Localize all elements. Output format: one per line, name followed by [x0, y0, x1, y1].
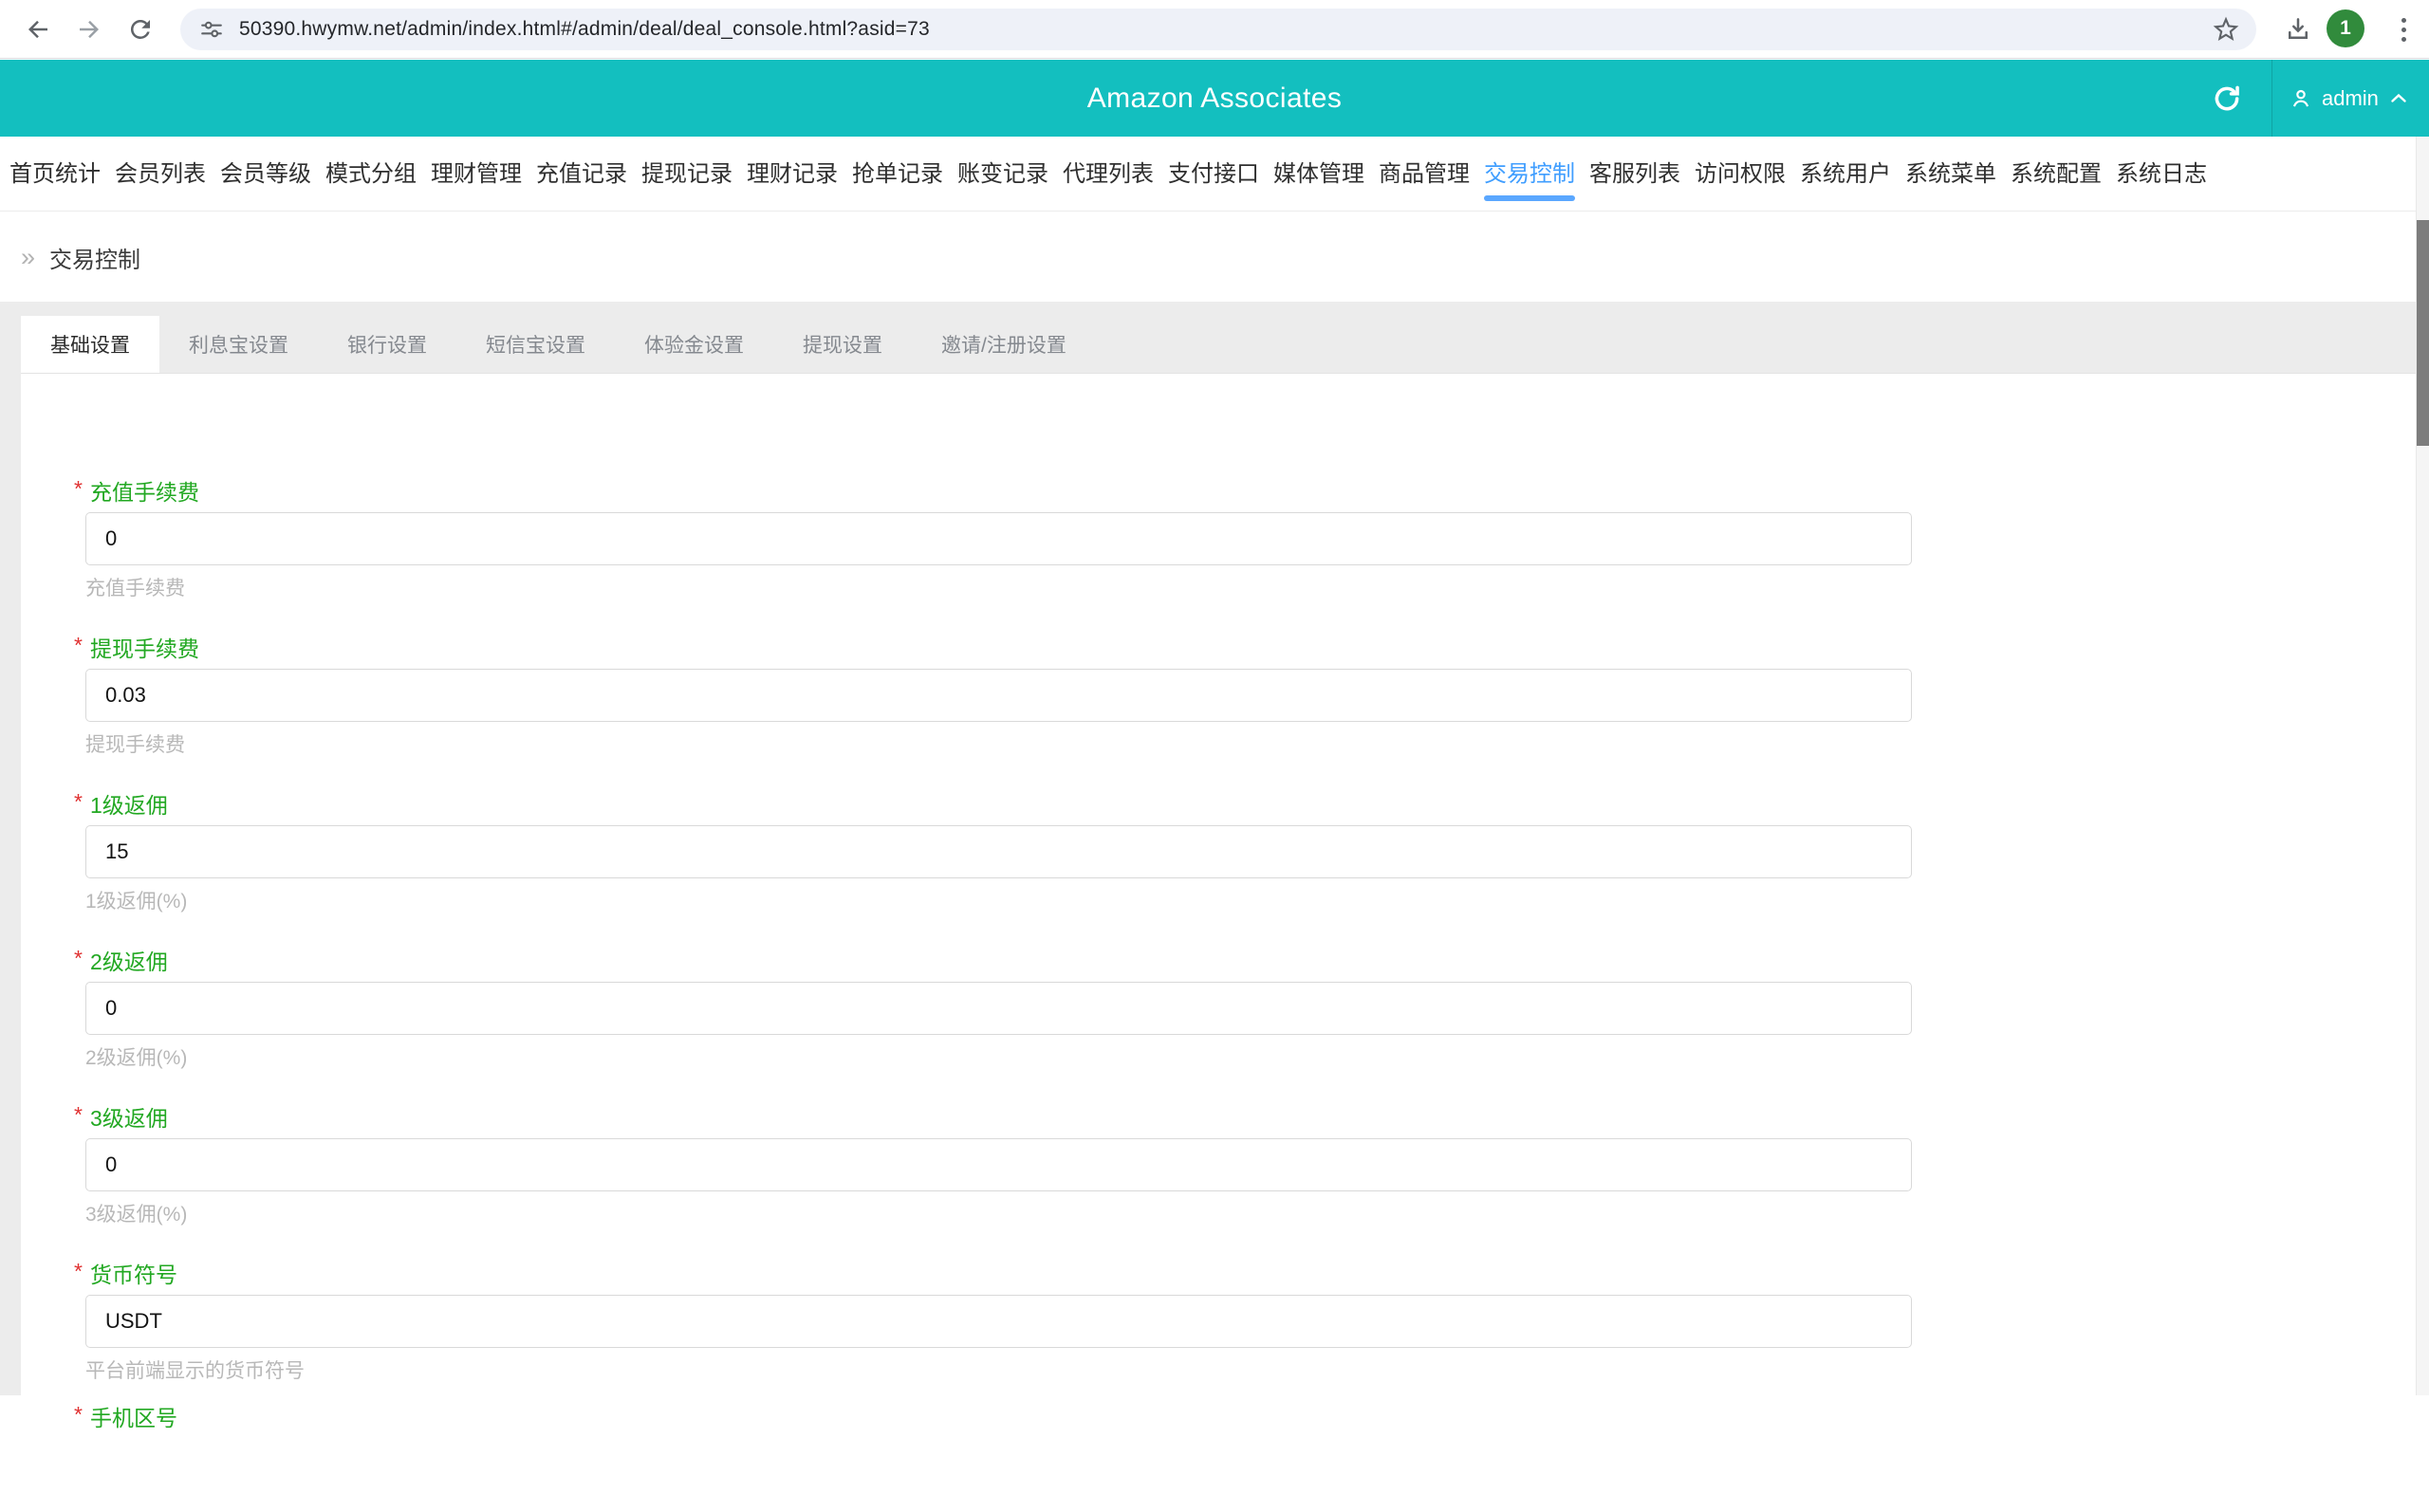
field-input-0[interactable] — [85, 512, 1912, 565]
tab-5[interactable]: 提现设置 — [773, 316, 912, 373]
nav-item-7[interactable]: 理财记录 — [747, 137, 838, 212]
form-field-1: *提现手续费提现手续费 — [85, 636, 2416, 758]
form-field-2: *1级返佣1级返佣(%) — [85, 792, 2416, 914]
nav-item-11[interactable]: 支付接口 — [1168, 137, 1259, 212]
nav-item-0[interactable]: 首页统计 — [9, 137, 101, 212]
field-helper-5: 平台前端显示的货币符号 — [85, 1359, 2416, 1384]
field-input-5[interactable] — [85, 1295, 1912, 1348]
field-label-3: 2级返佣 — [90, 949, 168, 975]
chevron-up-icon — [2387, 87, 2410, 110]
forward-icon[interactable] — [68, 9, 110, 50]
form-field-0: *充值手续费充值手续费 — [85, 479, 2416, 601]
browser-menu-icon[interactable] — [2389, 9, 2418, 50]
username: admin — [2322, 86, 2379, 111]
scrollbar-track[interactable] — [2416, 137, 2429, 1395]
main-nav: 首页统计会员列表会员等级模式分组理财管理充值记录提现记录理财记录抢单记录账变记录… — [0, 137, 2416, 212]
tab-0[interactable]: 基础设置 — [21, 316, 159, 373]
required-asterisk: * — [74, 789, 83, 815]
settings-tabs: 基础设置利息宝设置银行设置短信宝设置体验金设置提现设置邀请/注册设置 — [21, 316, 2416, 374]
settings-form: *充值手续费充值手续费*提现手续费提现手续费*1级返佣1级返佣(%)*2级返佣2… — [21, 374, 2416, 1431]
nav-item-8[interactable]: 抢单记录 — [852, 137, 943, 212]
required-asterisk: * — [74, 1402, 83, 1428]
field-helper-4: 3级返佣(%) — [85, 1203, 2416, 1227]
tab-6[interactable]: 邀请/注册设置 — [912, 316, 1096, 373]
form-field-5: *货币符号平台前端显示的货币符号 — [85, 1262, 2416, 1384]
nav-item-16[interactable]: 访问权限 — [1695, 137, 1786, 212]
field-label-5: 货币符号 — [90, 1262, 177, 1288]
profile-avatar[interactable]: 1 — [2327, 9, 2364, 47]
field-helper-2: 1级返佣(%) — [85, 890, 2416, 914]
nav-item-17[interactable]: 系统用户 — [1800, 137, 1891, 212]
nav-item-4[interactable]: 理财管理 — [431, 137, 522, 212]
tab-3[interactable]: 短信宝设置 — [456, 316, 615, 373]
field-helper-1: 提现手续费 — [85, 733, 2416, 758]
required-asterisk: * — [74, 1259, 83, 1284]
nav-item-10[interactable]: 代理列表 — [1063, 137, 1154, 212]
field-helper-3: 2级返佣(%) — [85, 1046, 2416, 1071]
field-input-3[interactable] — [85, 982, 1912, 1035]
field-label-4: 3级返佣 — [90, 1105, 168, 1132]
tab-1[interactable]: 利息宝设置 — [159, 316, 318, 373]
field-label-2: 1级返佣 — [90, 792, 168, 819]
nav-item-20[interactable]: 系统日志 — [2116, 137, 2207, 212]
breadcrumb-chevron-icon: » — [21, 243, 35, 272]
form-field-6: *手机区号 — [85, 1405, 2416, 1431]
field-label-1: 提现手续费 — [90, 636, 199, 662]
field-label-0: 充值手续费 — [90, 479, 199, 506]
nav-item-2[interactable]: 会员等级 — [220, 137, 311, 212]
nav-item-14[interactable]: 交易控制 — [1484, 137, 1575, 212]
required-asterisk: * — [74, 633, 83, 658]
url-text[interactable]: 50390.hwymw.net/admin/index.html#/admin/… — [239, 18, 2211, 41]
scrollbar-thumb[interactable] — [2417, 220, 2429, 446]
field-helper-0: 充值手续费 — [85, 577, 2416, 601]
content-card: *充值手续费充值手续费*提现手续费提现手续费*1级返佣1级返佣(%)*2级返佣2… — [21, 374, 2416, 1512]
nav-item-18[interactable]: 系统菜单 — [1905, 137, 1996, 212]
tab-4[interactable]: 体验金设置 — [615, 316, 773, 373]
download-icon[interactable] — [2277, 9, 2319, 50]
form-field-3: *2级返佣2级返佣(%) — [85, 949, 2416, 1071]
required-asterisk: * — [74, 1102, 83, 1128]
bookmark-star-icon[interactable] — [2211, 14, 2241, 45]
field-input-2[interactable] — [85, 825, 1912, 878]
nav-item-19[interactable]: 系统配置 — [2011, 137, 2102, 212]
required-asterisk: * — [74, 946, 83, 971]
browser-toolbar: 50390.hwymw.net/admin/index.html#/admin/… — [0, 0, 2429, 59]
nav-item-5[interactable]: 充值记录 — [536, 137, 627, 212]
nav-item-12[interactable]: 媒体管理 — [1273, 137, 1364, 212]
reload-icon[interactable] — [120, 9, 161, 50]
nav-item-15[interactable]: 客服列表 — [1589, 137, 1680, 212]
required-asterisk: * — [74, 476, 83, 502]
tab-2[interactable]: 银行设置 — [318, 316, 456, 373]
user-menu[interactable]: admin — [2289, 60, 2410, 137]
app-title: Amazon Associates — [0, 60, 2429, 137]
nav-item-1[interactable]: 会员列表 — [115, 137, 206, 212]
breadcrumb-label: 交易控制 — [49, 241, 140, 274]
nav-item-3[interactable]: 模式分组 — [325, 137, 417, 212]
avatar-badge: 1 — [2340, 17, 2351, 40]
form-field-4: *3级返佣3级返佣(%) — [85, 1105, 2416, 1227]
header-divider — [2271, 60, 2272, 137]
site-settings-icon[interactable] — [199, 17, 224, 42]
back-icon[interactable] — [17, 9, 59, 50]
person-icon — [2289, 86, 2313, 111]
nav-item-6[interactable]: 提现记录 — [641, 137, 732, 212]
breadcrumb: » 交易控制 — [0, 212, 2416, 302]
refresh-icon[interactable] — [2211, 83, 2243, 115]
field-input-1[interactable] — [85, 669, 1912, 722]
url-bar[interactable]: 50390.hwymw.net/admin/index.html#/admin/… — [180, 9, 2256, 50]
nav-item-13[interactable]: 商品管理 — [1379, 137, 1470, 212]
nav-item-9[interactable]: 账变记录 — [957, 137, 1048, 212]
field-input-4[interactable] — [85, 1138, 1912, 1191]
app-header: Amazon Associates admin — [0, 60, 2429, 137]
field-label-6: 手机区号 — [90, 1405, 177, 1431]
